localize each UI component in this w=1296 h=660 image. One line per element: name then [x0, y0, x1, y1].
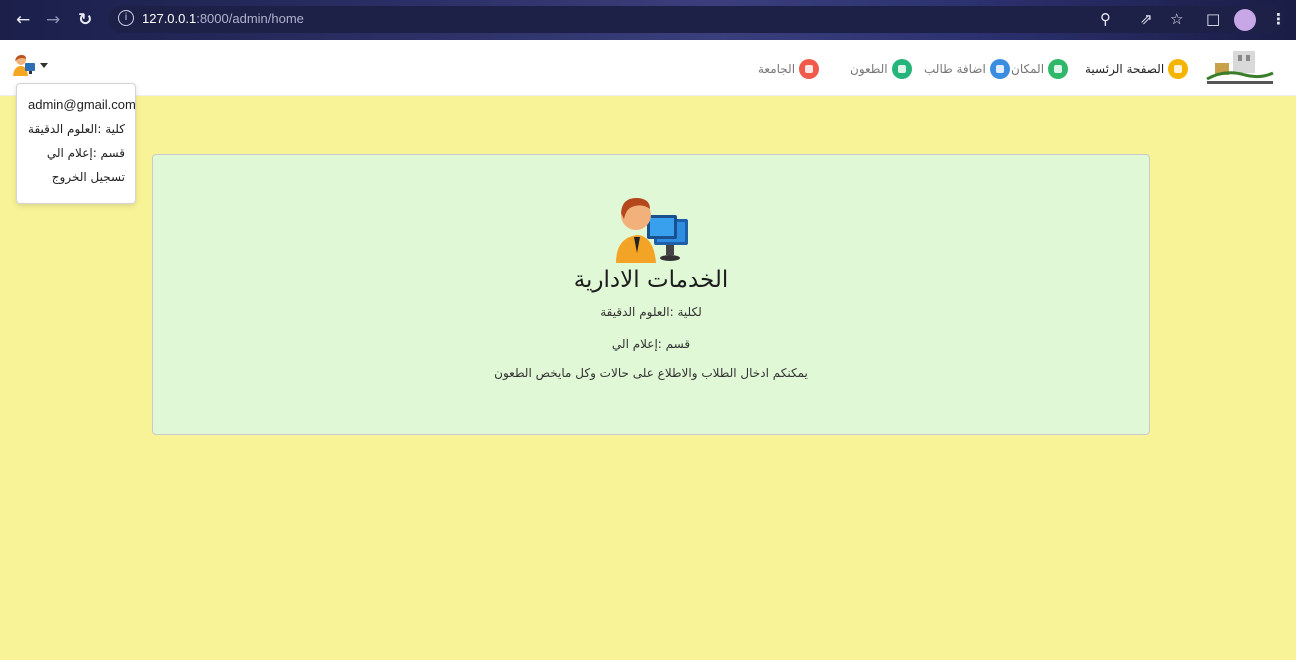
nav-location-label: المكان: [1011, 62, 1045, 76]
info-icon[interactable]: i: [118, 10, 134, 26]
nav-university[interactable]: الجامعة: [758, 57, 820, 81]
zoom-icon[interactable]: ⚲: [1100, 10, 1111, 28]
nav-university-label: الجامعة: [758, 62, 796, 76]
card-department: قسم :إعلام الي: [611, 337, 691, 351]
forward-icon[interactable]: →: [46, 10, 60, 30]
back-icon[interactable]: ←: [16, 10, 30, 30]
nav-add-student-label: اضافة طالب: [924, 62, 986, 76]
building-icon: [799, 59, 820, 79]
nav-add-student[interactable]: اضافة طالب: [924, 57, 1010, 81]
menu-icon[interactable]: ⋮: [1271, 10, 1286, 28]
browser-toolbar: ← → ↻ i 127.0.0.1:8000/admin/home ⚲ ⇗ ☆ …: [0, 0, 1296, 40]
nav-location[interactable]: المكان: [1011, 57, 1069, 81]
reload-icon[interactable]: ↻: [78, 10, 92, 30]
profile-icon[interactable]: [1234, 9, 1256, 31]
nav-home-label: الصفحة الرئسية: [1085, 62, 1165, 76]
user-faculty: كلية :العلوم الدقيقة: [28, 122, 125, 136]
share-icon[interactable]: ⇗: [1140, 10, 1153, 28]
chevron-down-icon: [40, 62, 48, 68]
add-user-icon: [989, 59, 1010, 79]
user-dropdown: admin@gmail.com كلية :العلوم الدقيقة قسم…: [16, 83, 136, 204]
star-icon[interactable]: ☆: [1170, 10, 1183, 28]
nav-appeals-label: الطعون: [850, 62, 888, 76]
navbar: الصفحة الرئسية المكان اضافة طالب الطعون …: [0, 40, 1296, 96]
user-avatar-icon: [13, 55, 35, 76]
card-description: يمكنكم ادخال الطلاب والاطلاع على حالات و…: [494, 366, 808, 380]
user-menu-toggle[interactable]: [12, 53, 48, 77]
url-text[interactable]: 127.0.0.1:8000/admin/home: [142, 11, 304, 26]
sidebar-icon[interactable]: □: [1206, 10, 1220, 28]
card-title: الخدمات الادارية: [573, 267, 729, 293]
user-email: admin@gmail.com: [28, 97, 136, 112]
admin-user-computer-icon: [616, 197, 688, 263]
card-faculty: لكلية :العلوم الدقيقة: [600, 305, 702, 319]
user-department: قسم :إعلام الي: [46, 146, 125, 160]
logout-link[interactable]: تسجيل الخروج: [17, 166, 135, 190]
admin-services-card: الخدمات الادارية لكلية :العلوم الدقيقة ق…: [152, 154, 1150, 435]
university-logo[interactable]: [1205, 45, 1275, 89]
graduation-cap-icon: [1168, 59, 1189, 79]
clipboard-icon: [891, 59, 912, 79]
nav-appeals[interactable]: الطعون: [850, 57, 912, 81]
nav-home[interactable]: الصفحة الرئسية: [1085, 57, 1189, 81]
location-pin-icon: [1048, 59, 1069, 79]
